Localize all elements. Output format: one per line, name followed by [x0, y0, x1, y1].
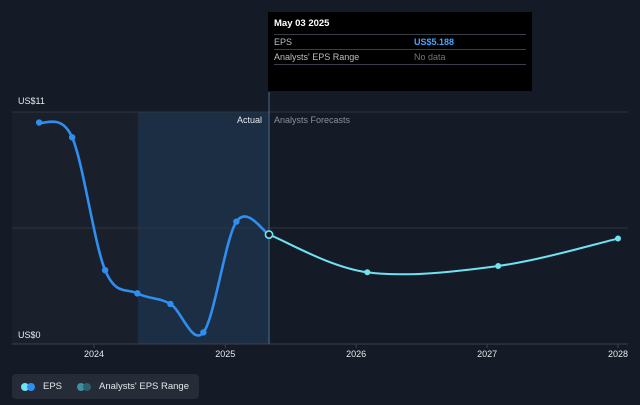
- legend-label-eps: EPS: [43, 381, 63, 392]
- forecast-point[interactable]: [495, 262, 502, 269]
- y-tick-label-top: US$11: [18, 96, 45, 106]
- eps-point[interactable]: [167, 300, 174, 308]
- forecast-section-label: Analysts Forecasts: [274, 115, 351, 125]
- x-tick-label-2026: 2026: [346, 349, 366, 359]
- eps-legend-icon: [21, 382, 37, 391]
- x-tick-label-2028: 2028: [608, 349, 628, 359]
- eps-point-latest[interactable]: [264, 230, 274, 239]
- eps-point[interactable]: [134, 290, 141, 297]
- eps-point[interactable]: [35, 119, 43, 126]
- actual-section-label: Actual: [237, 115, 262, 125]
- tooltip-date: May 03 2025: [274, 18, 330, 29]
- forecast-line: [268, 233, 619, 276]
- x-tick-label-2024: 2024: [84, 349, 104, 359]
- eps-point[interactable]: [200, 329, 207, 336]
- y-tick-label-bottom: US$0: [18, 330, 41, 340]
- tooltip-row-range: Analysts' EPS Range No data: [274, 49, 526, 65]
- eps-point[interactable]: [68, 134, 76, 141]
- legend-item-range[interactable]: Analysts' EPS Range: [68, 374, 199, 399]
- legend-label-range: Analysts' EPS Range: [99, 381, 189, 392]
- forecast-point[interactable]: [364, 269, 371, 276]
- x-tick-label-2025: 2025: [215, 349, 235, 359]
- tooltip-eps-label: EPS: [274, 37, 293, 47]
- tooltip-row-eps: EPS US$5.188: [274, 34, 526, 49]
- forecast-point[interactable]: [615, 235, 621, 242]
- eps-point[interactable]: [101, 266, 109, 274]
- tooltip-range-value: No data: [414, 52, 446, 62]
- legend-item-eps[interactable]: EPS: [12, 374, 73, 399]
- x-tick-label-2027: 2027: [477, 349, 497, 359]
- eps-point[interactable]: [233, 218, 240, 225]
- tooltip-range-label: Analysts' EPS Range: [274, 52, 360, 62]
- tooltip-eps-value: US$5.188: [414, 37, 455, 47]
- tooltip: May 03 2025 EPS US$5.188 Analysts' EPS R…: [268, 12, 532, 91]
- range-legend-icon: [77, 382, 93, 391]
